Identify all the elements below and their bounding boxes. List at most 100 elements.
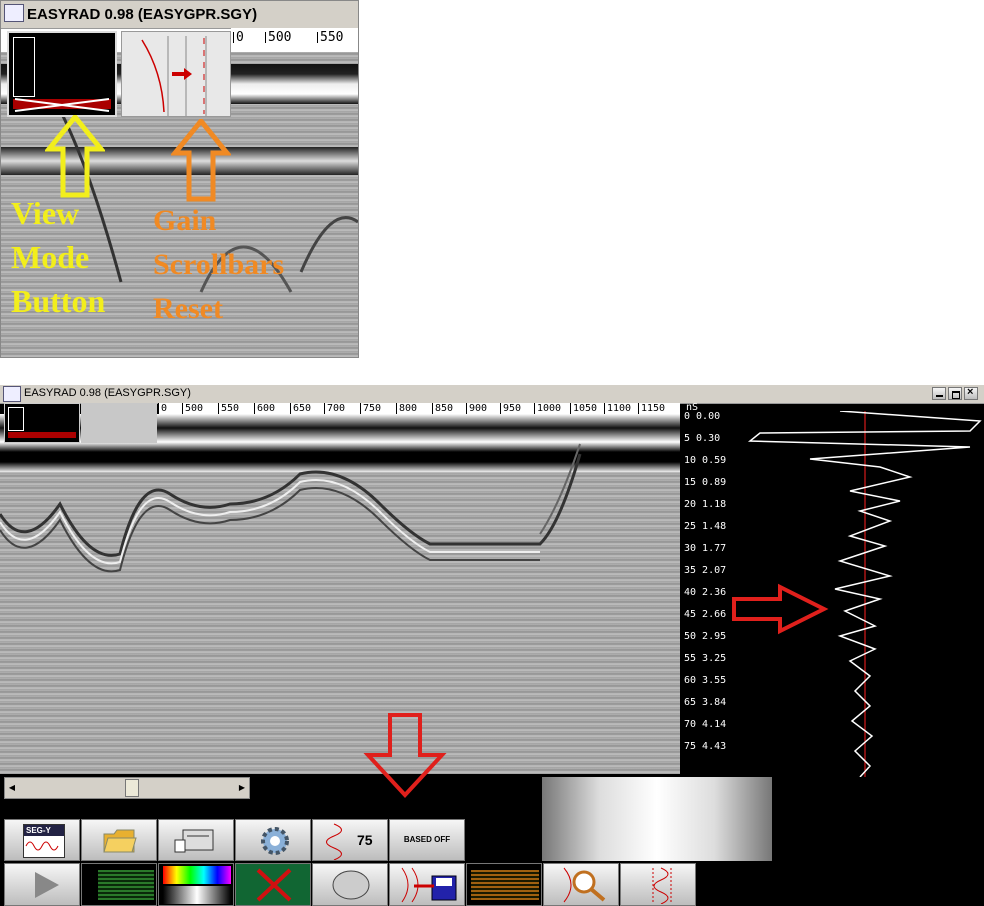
arrow-down-icon	[363, 713, 447, 798]
radargram	[0, 414, 680, 774]
depth-label: 30 1.77	[684, 543, 727, 554]
trace-icon	[652, 867, 672, 904]
close-button[interactable]: ×	[964, 386, 978, 400]
view-mode-button[interactable]	[7, 31, 117, 117]
depth-label: 25 1.48	[684, 521, 727, 532]
scale-label: 950	[500, 403, 521, 414]
reflection-lines	[0, 443, 582, 573]
print-button[interactable]	[158, 819, 234, 861]
scale-label: 1100	[604, 403, 631, 414]
scale-label: 550	[218, 403, 239, 414]
segy-icon: SEG-Y	[23, 824, 65, 858]
scale-label: 600	[254, 403, 275, 414]
save-trace-button[interactable]	[389, 863, 465, 906]
layers-button[interactable]	[466, 863, 542, 906]
scale-label: 650	[290, 403, 311, 414]
gain-reset-icon	[141, 36, 207, 116]
minimize-button[interactable]	[932, 387, 946, 400]
top-scale-label: 550	[317, 31, 343, 44]
arrow-up-icon	[171, 119, 231, 202]
scale-label: 850	[432, 403, 453, 414]
wave-icon	[326, 823, 342, 860]
main-window-title: EASYRAD 0.98 (EASYGPR.SGY)	[24, 387, 191, 399]
play-icon	[35, 872, 59, 898]
top-scale-label: 500	[265, 31, 291, 44]
callout-line: Reset	[153, 292, 223, 325]
gain-scrollbars-reset-button[interactable]	[81, 403, 157, 443]
scale-label: 1000	[534, 403, 561, 414]
segy-button[interactable]: SEG-Y	[4, 819, 80, 861]
play-button[interactable]	[4, 863, 80, 906]
color-palette-button[interactable]	[158, 863, 234, 906]
save-icon	[401, 867, 457, 903]
gain-scrollbars-reset-button[interactable]	[121, 31, 231, 117]
scroll-left-button[interactable]: ◀	[5, 778, 19, 798]
minimize-icon	[936, 395, 943, 397]
horizontal-scrollbar[interactable]: ◀ ▶	[4, 777, 250, 799]
scale-label: 750	[360, 403, 381, 414]
main-title-bar: EASYRAD 0.98 (EASYGPR.SGY) ×	[0, 385, 984, 404]
close-icon: ×	[967, 386, 974, 398]
gain-button[interactable]: 75	[312, 819, 388, 861]
depth-label: 20 1.18	[684, 499, 727, 510]
maximize-button[interactable]	[948, 387, 962, 400]
ellipse-tool-button[interactable]	[312, 863, 388, 906]
color-palette-icon	[163, 866, 231, 884]
depth-label: 60 3.55	[684, 675, 727, 686]
callout-line: Button	[11, 283, 106, 319]
arrow-up-icon	[45, 115, 105, 198]
gain-reset-callout: Gain Scrollbars Reset	[153, 199, 284, 331]
segy-label: SEG-Y	[24, 825, 64, 836]
callout-line: Scrollbars	[153, 248, 285, 281]
scale-label: 800	[396, 403, 417, 414]
scale-label: 700	[324, 403, 345, 414]
top-scale-label: 0	[233, 31, 244, 44]
gain-value: 75	[357, 832, 373, 848]
scale-label: 500	[182, 403, 203, 414]
app-icon	[4, 4, 24, 22]
scroll-thumb[interactable]	[125, 779, 139, 797]
waveform-view-button[interactable]	[81, 863, 157, 906]
cross-icon	[256, 868, 292, 902]
depth-label: 40 2.36	[684, 587, 727, 598]
depth-label: 75 4.43	[684, 741, 727, 752]
gain-panel	[542, 777, 772, 861]
callout-line: Mode	[11, 239, 90, 275]
depth-label: 70 4.14	[684, 719, 727, 730]
top-panel: EASYRAD 0.98 (EASYGPR.SGY) 0 500 550 Vie…	[0, 0, 359, 358]
based-label: BASED OFF	[403, 835, 451, 844]
callout-line: Gain	[153, 204, 217, 237]
depth-label: 50 2.95	[684, 631, 727, 642]
app-icon	[3, 386, 21, 402]
scale-label: 900	[466, 403, 487, 414]
gear-icon	[261, 827, 289, 855]
arrow-right-icon	[732, 583, 829, 635]
top-scale-bar: 0 500 550	[231, 28, 358, 53]
based-toggle-button[interactable]: BASED OFF	[389, 819, 465, 861]
depth-label: 15 0.89	[684, 477, 727, 488]
trace-button[interactable]	[620, 863, 696, 906]
depth-label: 5 0.30	[684, 433, 721, 444]
depth-label: 55 3.25	[684, 653, 727, 664]
settings-button[interactable]	[235, 819, 311, 861]
zoom-icon	[563, 867, 606, 903]
depth-label: 0 0.00	[684, 411, 721, 422]
scroll-right-button[interactable]: ▶	[235, 778, 249, 798]
view-mode-button[interactable]	[4, 403, 80, 443]
scale-label: 0	[158, 403, 167, 414]
main-window: EASYRAD 0.98 (EASYGPR.SGY) × 0 500 550 6…	[0, 385, 984, 906]
view-mode-callout: View Mode Button	[11, 191, 105, 323]
printer-icon	[174, 829, 214, 853]
delete-button[interactable]	[235, 863, 311, 906]
depth-label: 65 3.84	[684, 697, 727, 708]
scale-label: 1150	[638, 403, 665, 414]
open-file-button[interactable]	[81, 819, 157, 861]
scale-label: 1050	[570, 403, 597, 414]
zoom-button[interactable]	[543, 863, 619, 906]
folder-icon	[103, 829, 137, 853]
depth-label: 35 2.07	[684, 565, 727, 576]
depth-label: 45 2.66	[684, 609, 727, 620]
top-window-title: EASYRAD 0.98 (EASYGPR.SGY)	[27, 6, 258, 23]
top-title-bar: EASYRAD 0.98 (EASYGPR.SGY)	[1, 1, 358, 29]
ellipse-icon	[332, 870, 370, 900]
